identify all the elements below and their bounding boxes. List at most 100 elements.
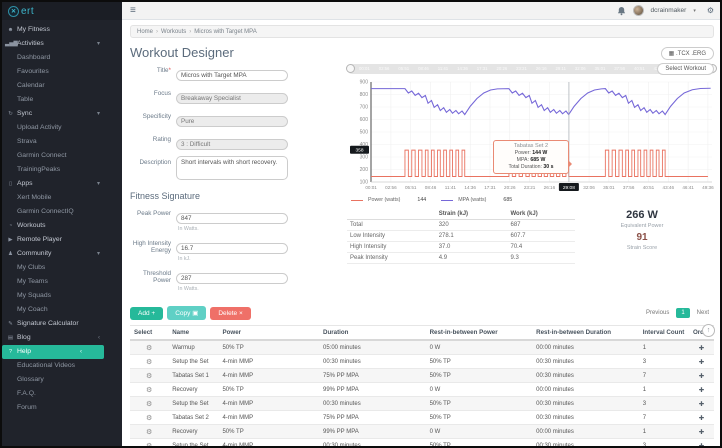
field-label: Threshold Power xyxy=(142,270,171,285)
threshold-power-field[interactable] xyxy=(176,273,288,284)
delete-button[interactable]: Delete × xyxy=(210,306,251,320)
sidebar-item-upload-activity[interactable]: Upload Activity xyxy=(2,121,122,135)
avatar[interactable] xyxy=(632,5,644,16)
sidebar-item-label: Upload Activity xyxy=(17,124,62,131)
order-cell: ✚ xyxy=(688,382,714,397)
export-tcx-erg-button[interactable]: ▦ .TCX .ERG xyxy=(660,47,714,60)
article-icon: ▤ xyxy=(7,335,14,341)
breadcrumb-item-workouts[interactable]: Workouts xyxy=(161,29,186,35)
stats-cell: Low Intensity xyxy=(347,230,436,242)
move-row-icon[interactable]: ✚ xyxy=(699,373,704,380)
sidebar-item-glossary[interactable]: Glossary xyxy=(2,373,122,387)
sidebar-item-apps[interactable]: ▯ Apps ▾ xyxy=(2,177,122,191)
interval-count-cell: 7 xyxy=(638,368,689,383)
row-settings-icon[interactable]: ⚙ xyxy=(146,345,152,352)
column-header-interval-count[interactable]: Interval Count xyxy=(638,325,689,341)
column-header-select[interactable]: Select xyxy=(130,325,169,341)
move-row-icon[interactable]: ✚ xyxy=(699,401,704,408)
sidebar-item-my-coach[interactable]: My Coach xyxy=(2,303,122,317)
sidebar-item-f-a-q[interactable]: F.A.Q. xyxy=(2,387,122,401)
sidebar-item-help[interactable]: ? Help ‹ xyxy=(2,345,104,359)
peak-power-field[interactable] xyxy=(176,213,288,224)
scrubber-tick-label: 37:56 xyxy=(614,66,626,71)
workout-chart[interactable]: 10020030040050060070080090000:01 02:56 05:… xyxy=(347,78,716,196)
row-settings-icon[interactable]: ⚙ xyxy=(146,443,152,447)
move-row-icon[interactable]: ✚ xyxy=(699,429,704,436)
sidebar-item-my-clubs[interactable]: My Clubs xyxy=(2,261,122,275)
sidebar-item-strava[interactable]: Strava xyxy=(2,135,122,149)
sidebar-item-table[interactable]: Table xyxy=(2,93,122,107)
duration-cell: 99% PP MPA xyxy=(319,424,426,439)
scroll-to-top-button[interactable]: ↑ xyxy=(702,324,715,337)
sidebar-item-garmin-connectiq[interactable]: Garmin ConnectIQ xyxy=(2,205,122,219)
order-cell: ✚ xyxy=(688,368,714,383)
row-settings-icon[interactable]: ⚙ xyxy=(146,373,152,380)
sidebar-item-dashboard[interactable]: Dashboard xyxy=(2,51,122,65)
row-settings-icon[interactable]: ⚙ xyxy=(146,429,152,436)
column-header-rest-in-between-duration[interactable]: Rest-in-between Duration xyxy=(532,325,639,341)
field-label: Specificity xyxy=(142,113,171,120)
sidebar-item-my-fitness[interactable]: ☻ My Fitness xyxy=(2,23,122,37)
sidebar-item-sync[interactable]: ↻ Sync ▾ xyxy=(2,107,122,121)
sidebar-item-label: Remote Player xyxy=(17,236,62,243)
column-header-rest-in-between-power[interactable]: Rest-in-between Power xyxy=(425,325,533,341)
row-settings-icon[interactable]: ⚙ xyxy=(146,387,152,394)
sidebar-item-label: Dashboard xyxy=(17,54,51,61)
high-intensity-energy-field[interactable] xyxy=(176,243,288,254)
column-header-power[interactable]: Power xyxy=(218,325,319,341)
sidebar-item-community[interactable]: ♟ Community ▾ xyxy=(2,247,122,261)
pagination-page-1[interactable]: 1 xyxy=(676,308,690,318)
sidebar-item-trainingpeaks[interactable]: TrainingPeaks xyxy=(2,163,122,177)
stats-row-high-intensity: High Intensity 37.0 70.4 xyxy=(347,241,575,253)
xert-logo[interactable]: ✕ ert xyxy=(2,2,122,20)
stats-cell: 687 xyxy=(507,219,575,231)
pagination-previous[interactable]: Previous xyxy=(641,308,674,318)
copy-button[interactable]: Copy ▣ xyxy=(167,306,207,320)
scrubber-handle-left[interactable] xyxy=(346,64,355,73)
scrubber-tick-label: 00:01 xyxy=(359,66,370,71)
column-header-duration[interactable]: Duration xyxy=(319,325,426,341)
select-cell: ⚙ xyxy=(130,396,169,411)
sidebar-item-educational-videos[interactable]: Educational Videos xyxy=(2,359,122,373)
sidebar-item-label: Educational Videos xyxy=(17,362,76,369)
move-row-icon[interactable]: ✚ xyxy=(699,443,704,447)
sidebar-item-my-squads[interactable]: My Squads xyxy=(2,289,122,303)
svg-text:43:46: 43:46 xyxy=(663,185,675,190)
rib-duration-cell: 00:30 minutes xyxy=(532,396,639,411)
svg-text:358: 358 xyxy=(355,148,363,154)
pagination-next[interactable]: Next xyxy=(692,308,714,318)
sidebar-item-label: TrainingPeaks xyxy=(17,166,61,173)
user-menu[interactable]: dcrainmaker xyxy=(651,7,687,14)
sidebar-item-favourites[interactable]: Favourites xyxy=(2,65,122,79)
sidebar-item-workouts[interactable]: ◔ Workouts xyxy=(2,219,122,233)
sidebar-item-activities[interactable]: ▃▅▇ Activities ▾ xyxy=(2,37,122,51)
add-button[interactable]: Add + xyxy=(130,306,164,320)
title-field[interactable] xyxy=(176,70,288,81)
sidebar-item-blog[interactable]: ▤ Blog ‹ xyxy=(2,331,122,345)
row-settings-icon[interactable]: ⚙ xyxy=(146,359,152,366)
settings-gear-icon[interactable]: ⚙ xyxy=(707,6,714,15)
sidebar-item-label: Apps xyxy=(17,180,33,187)
sidebar-item-remote-player[interactable]: ▶ Remote Player xyxy=(2,233,122,247)
sidebar-item-label: My Teams xyxy=(17,278,48,285)
sidebar-item-calendar[interactable]: Calendar xyxy=(2,79,122,93)
notifications-bell-icon[interactable] xyxy=(617,6,626,16)
sidebar-item-signature-calculator[interactable]: ✎ Signature Calculator xyxy=(2,317,122,331)
sidebar-item-xert-mobile[interactable]: Xert Mobile xyxy=(2,191,122,205)
sidebar-item-my-teams[interactable]: My Teams xyxy=(2,275,122,289)
sidebar-item-garmin-connect[interactable]: Garmin Connect xyxy=(2,149,122,163)
sidebar-toggle-icon[interactable]: ≡ xyxy=(130,5,136,16)
select-workout-button[interactable]: Select Workout xyxy=(657,63,714,75)
move-row-icon[interactable]: ✚ xyxy=(699,345,704,352)
svg-text:14:36: 14:36 xyxy=(464,185,476,190)
column-header-name[interactable]: Name xyxy=(168,325,219,341)
row-settings-icon[interactable]: ⚙ xyxy=(146,415,152,422)
move-row-icon[interactable]: ✚ xyxy=(699,359,704,366)
description-field[interactable] xyxy=(176,156,288,180)
sidebar-item-forum[interactable]: Forum xyxy=(2,401,122,415)
breadcrumb-item-home[interactable]: Home xyxy=(137,29,153,35)
move-row-icon[interactable]: ✚ xyxy=(699,387,704,394)
row-settings-icon[interactable]: ⚙ xyxy=(146,401,152,408)
move-row-icon[interactable]: ✚ xyxy=(699,415,704,422)
form-row-threshold-power: Threshold Power In Watts. xyxy=(130,267,295,292)
